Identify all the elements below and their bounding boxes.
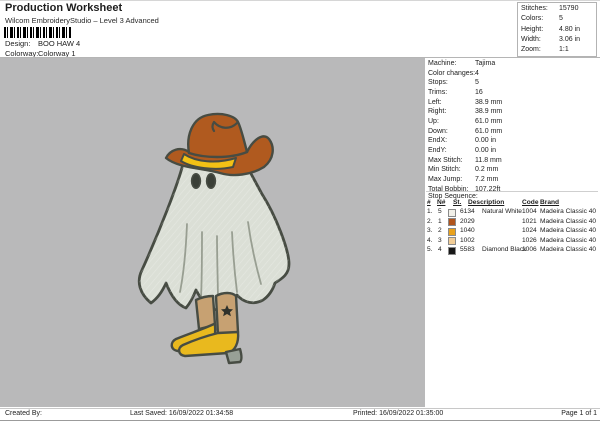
barcode: [4, 27, 71, 38]
panel-divider-line: [426, 191, 598, 192]
design-preview-canvas: [0, 58, 425, 407]
design-label: Design:: [5, 39, 30, 48]
info-row: Min Stitch:0.2 mm: [428, 166, 598, 175]
info-row: Down:61.0 mm: [428, 128, 598, 137]
thread-color-swatch: [448, 209, 456, 217]
info-row: Left:38.9 mm: [428, 99, 598, 108]
info-row: Right:38.9 mm: [428, 108, 598, 117]
machine-info-panel: Machine:Tajima Color changes:4 Stops:5 T…: [425, 58, 600, 407]
boot-heel: [226, 349, 242, 363]
design-value: BOO HAW 4: [38, 39, 80, 48]
info-row: Color changes:4: [428, 70, 598, 79]
info-row: Stops:5: [428, 79, 598, 88]
footer-created-by: Created By:: [5, 410, 42, 417]
page-title: Production Worksheet: [5, 2, 122, 14]
info-row: Machine:Tajima: [428, 60, 598, 69]
top-border-line: [0, 0, 600, 1]
ghost-cowboy-design: [130, 106, 300, 371]
info-row: Max Stitch:11.8 mm: [428, 157, 598, 166]
thread-color-swatch: [448, 247, 456, 255]
info-row: Up:61.0 mm: [428, 118, 598, 127]
info-row: Max Jump:7.2 mm: [428, 176, 598, 185]
footer-top-line: [0, 408, 600, 409]
info-row: Trims:16: [428, 89, 598, 98]
software-subtitle: Wilcom EmbroideryStudio – Level 3 Advanc…: [5, 16, 159, 25]
info-row: EndY:0.00 in: [428, 147, 598, 156]
footer-printed: Printed: 16/09/2022 01:35:00: [353, 410, 443, 417]
production-worksheet-page: Production Worksheet Wilcom EmbroiderySt…: [0, 0, 600, 424]
design-stats-box: Stitches:15790 Colors:5 Height:4.80 in W…: [517, 2, 597, 57]
cowboy-hat-crown: [188, 114, 247, 157]
ghost-eye-left: [192, 174, 201, 188]
footer-last-saved: Last Saved: 16/09/2022 01:34:58: [130, 410, 233, 417]
ghost-eye-right: [207, 174, 216, 188]
footer-bottom-line: [0, 420, 600, 421]
thread-color-swatch: [448, 228, 456, 236]
thread-color-swatch: [448, 218, 456, 226]
info-row: EndX:0.00 in: [428, 137, 598, 146]
footer-page-number: Page 1 of 1: [561, 410, 597, 417]
thread-color-swatch: [448, 237, 456, 245]
